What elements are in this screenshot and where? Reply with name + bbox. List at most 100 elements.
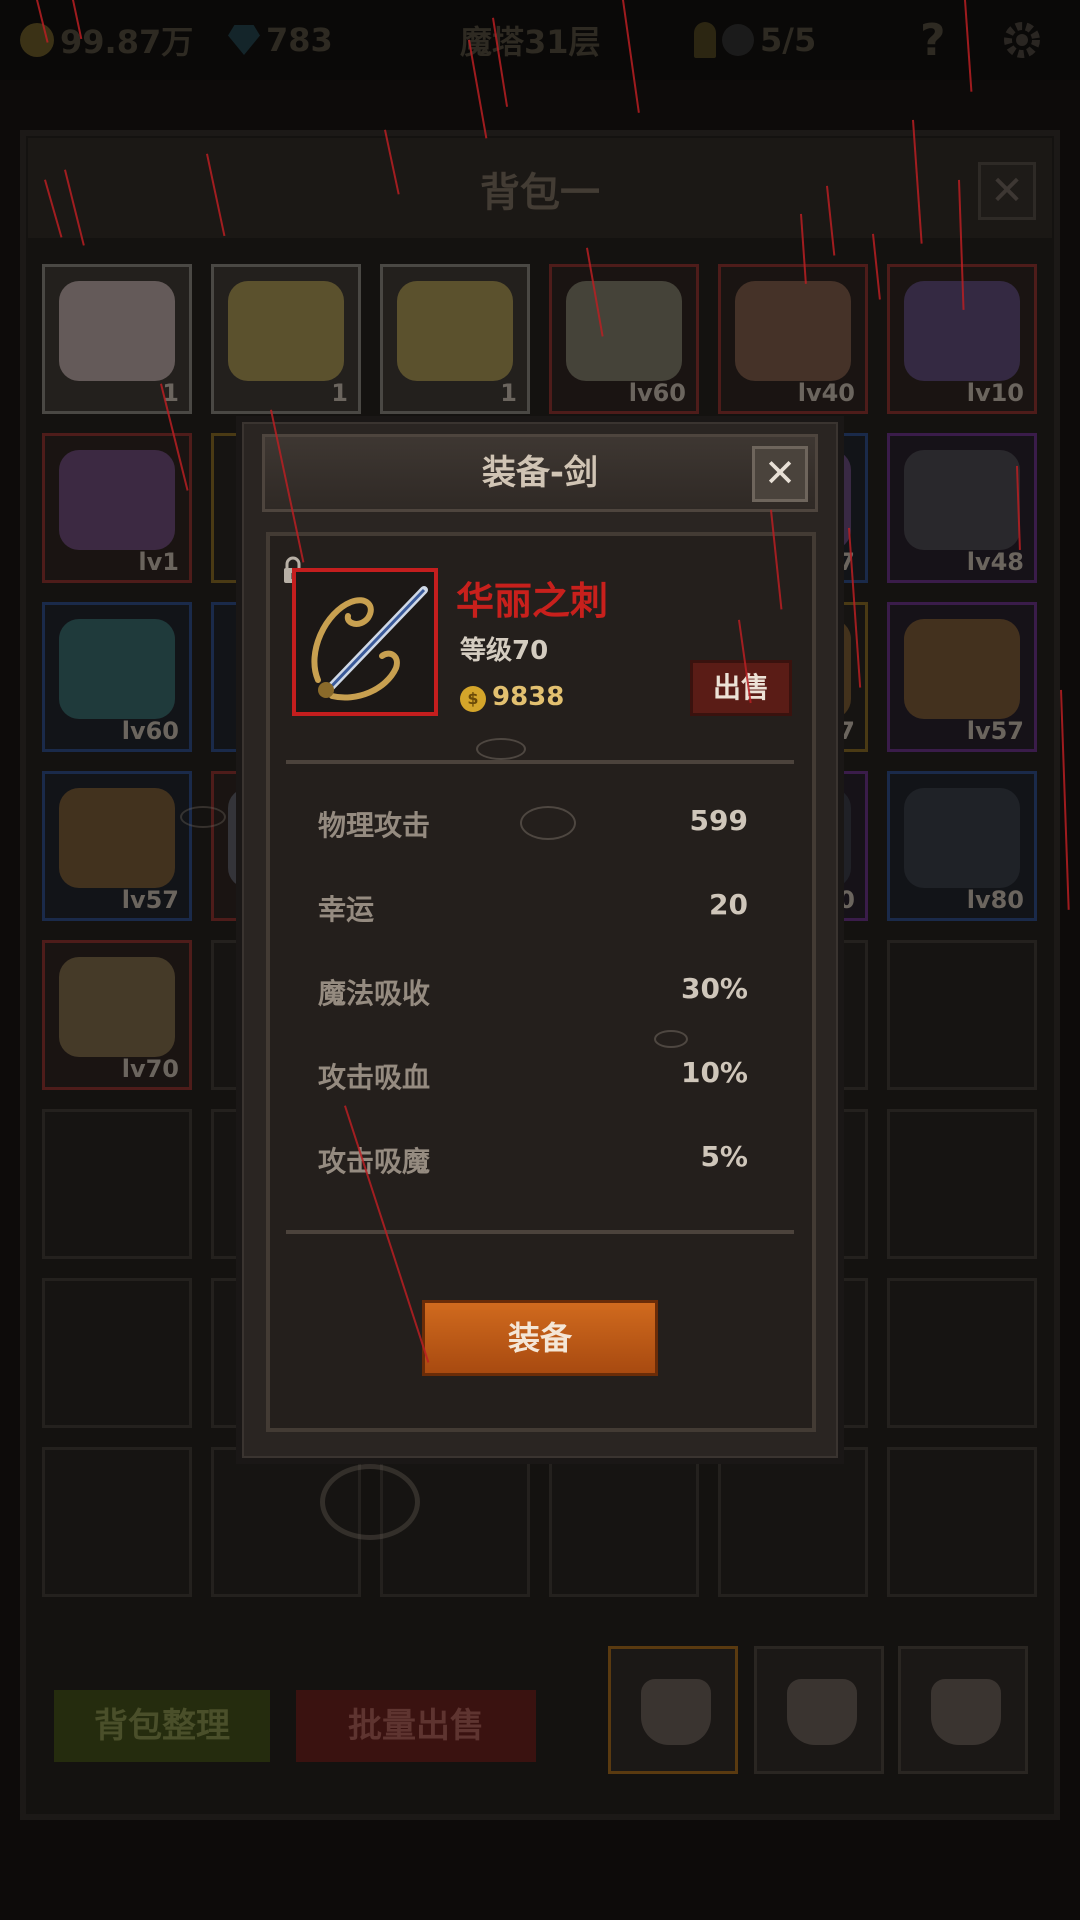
bracelet-icon [59, 788, 175, 888]
stat-name: 魔法吸收 [318, 977, 431, 1010]
ring-icon [59, 450, 175, 550]
swirl-effect [520, 806, 576, 840]
gem-amount: 783 [266, 21, 333, 59]
stat-name: 物理攻击 [318, 809, 431, 842]
stat-name: 幸运 [318, 893, 375, 926]
stat-name: 攻击吸魔 [318, 1145, 431, 1178]
slot-label: lv60 [628, 379, 686, 407]
inventory-slot[interactable] [42, 1447, 192, 1597]
gear-icon [1004, 22, 1040, 58]
armor-icon [904, 788, 1020, 888]
inventory-slot[interactable] [887, 1447, 1037, 1597]
item-name: 华丽之刺 [456, 579, 609, 623]
item-price: 9838 [492, 682, 565, 712]
bag-tab-1[interactable] [608, 1646, 738, 1774]
gem-counter: 783 [228, 18, 333, 62]
dialog-title: 装备-剑 [481, 453, 599, 493]
inventory-slot[interactable]: lv70 [42, 940, 192, 1090]
inventory-slot[interactable] [549, 1447, 699, 1597]
stat-value: 5% [700, 1140, 748, 1173]
slot-label: 1 [500, 379, 517, 407]
bag-tab-3[interactable] [898, 1646, 1028, 1774]
slot-label: lv1 [138, 548, 179, 576]
inventory-slot[interactable] [718, 1447, 868, 1597]
dagger-icon [566, 281, 682, 381]
close-icon: ✕ [764, 451, 796, 495]
divider [286, 760, 794, 764]
slot-label: lv57 [121, 886, 179, 914]
dialog-close-button[interactable]: ✕ [752, 446, 808, 502]
bow-blade-icon [296, 572, 434, 712]
help-icon: ? [920, 14, 946, 66]
inventory-slot[interactable] [42, 1278, 192, 1428]
sell-button[interactable]: 出售 [690, 660, 792, 716]
stat-value: 30% [680, 972, 748, 1005]
inventory-slot[interactable]: lv57 [887, 602, 1037, 752]
swirl-effect [320, 1464, 420, 1540]
backpack-icon [641, 1679, 711, 1745]
slot-label: lv10 [966, 379, 1024, 407]
gold-amount: 99.87万 [60, 23, 194, 61]
cake-icon [59, 281, 175, 381]
inventory-slot[interactable]: lv60 [42, 602, 192, 752]
item-level: 等级70 [460, 636, 549, 666]
equip-button[interactable]: 装备 [422, 1300, 658, 1376]
key-icon [694, 22, 716, 58]
inventory-slot[interactable]: lv60 [549, 264, 699, 414]
slot-label: lv48 [966, 548, 1024, 576]
bulk-sell-button[interactable]: 批量出售 [296, 1690, 536, 1762]
top-bar: 99.87万 783 魔塔31层 5/5 ? [0, 0, 1080, 80]
inventory-slot[interactable]: lv48 [887, 433, 1037, 583]
beer-mug-icon [397, 281, 513, 381]
key-counter: 5/5 [694, 18, 816, 62]
slot-label: lv60 [121, 717, 179, 745]
settings-button[interactable] [1000, 18, 1044, 62]
orb-icon [59, 619, 175, 719]
bag-tab-2[interactable] [754, 1646, 884, 1774]
backpack-icon [931, 1679, 1001, 1745]
beer-mug-icon [228, 281, 344, 381]
diamond-icon [228, 25, 260, 55]
slot-label: lv80 [966, 886, 1024, 914]
divider [286, 1230, 794, 1234]
skull-icon [722, 24, 754, 56]
floor-text: 魔塔31层 [460, 23, 601, 61]
stat-value: 20 [709, 888, 748, 921]
swirl-effect [654, 1030, 688, 1048]
swirl-effect [476, 738, 526, 760]
inventory-slot[interactable]: 1 [211, 264, 361, 414]
backpack-icon [787, 1679, 857, 1745]
inventory-slot[interactable] [887, 940, 1037, 1090]
slot-label: lv57 [966, 717, 1024, 745]
inventory-slot[interactable]: lv80 [887, 771, 1037, 921]
inventory-slot[interactable]: lv40 [718, 264, 868, 414]
bracelet-icon [904, 619, 1020, 719]
stat-value: 10% [680, 1056, 748, 1089]
inventory-slot[interactable]: lv1 [42, 433, 192, 583]
close-icon: ✕ [990, 168, 1024, 214]
slot-label: 1 [331, 379, 348, 407]
helmet-icon [904, 450, 1020, 550]
item-icon-frame [292, 568, 438, 716]
inventory-slot[interactable] [42, 1109, 192, 1259]
floor-indicator: 魔塔31层 [460, 18, 601, 62]
help-button[interactable]: ? [920, 15, 946, 66]
inventory-slot[interactable]: lv57 [42, 771, 192, 921]
inventory-slot[interactable] [887, 1109, 1037, 1259]
sort-bag-button[interactable]: 背包整理 [54, 1690, 270, 1762]
swirl-effect [180, 806, 226, 828]
inventory-slot[interactable]: 1 [380, 264, 530, 414]
gold-coin-icon [20, 23, 54, 57]
stat-value: 599 [689, 804, 748, 837]
gold-coin-icon: $ [460, 686, 486, 712]
bag-title: 背包一 [480, 170, 600, 216]
inventory-slot[interactable] [887, 1278, 1037, 1428]
inventory-slot[interactable]: 1 [42, 264, 192, 414]
bow-blade-icon [59, 957, 175, 1057]
bag-close-button[interactable]: ✕ [978, 162, 1036, 220]
stat-name: 攻击吸血 [318, 1061, 431, 1094]
rain-streak [1060, 689, 1070, 910]
key-amount: 5/5 [760, 21, 817, 59]
slot-label: lv40 [797, 379, 855, 407]
trident-icon [735, 281, 851, 381]
